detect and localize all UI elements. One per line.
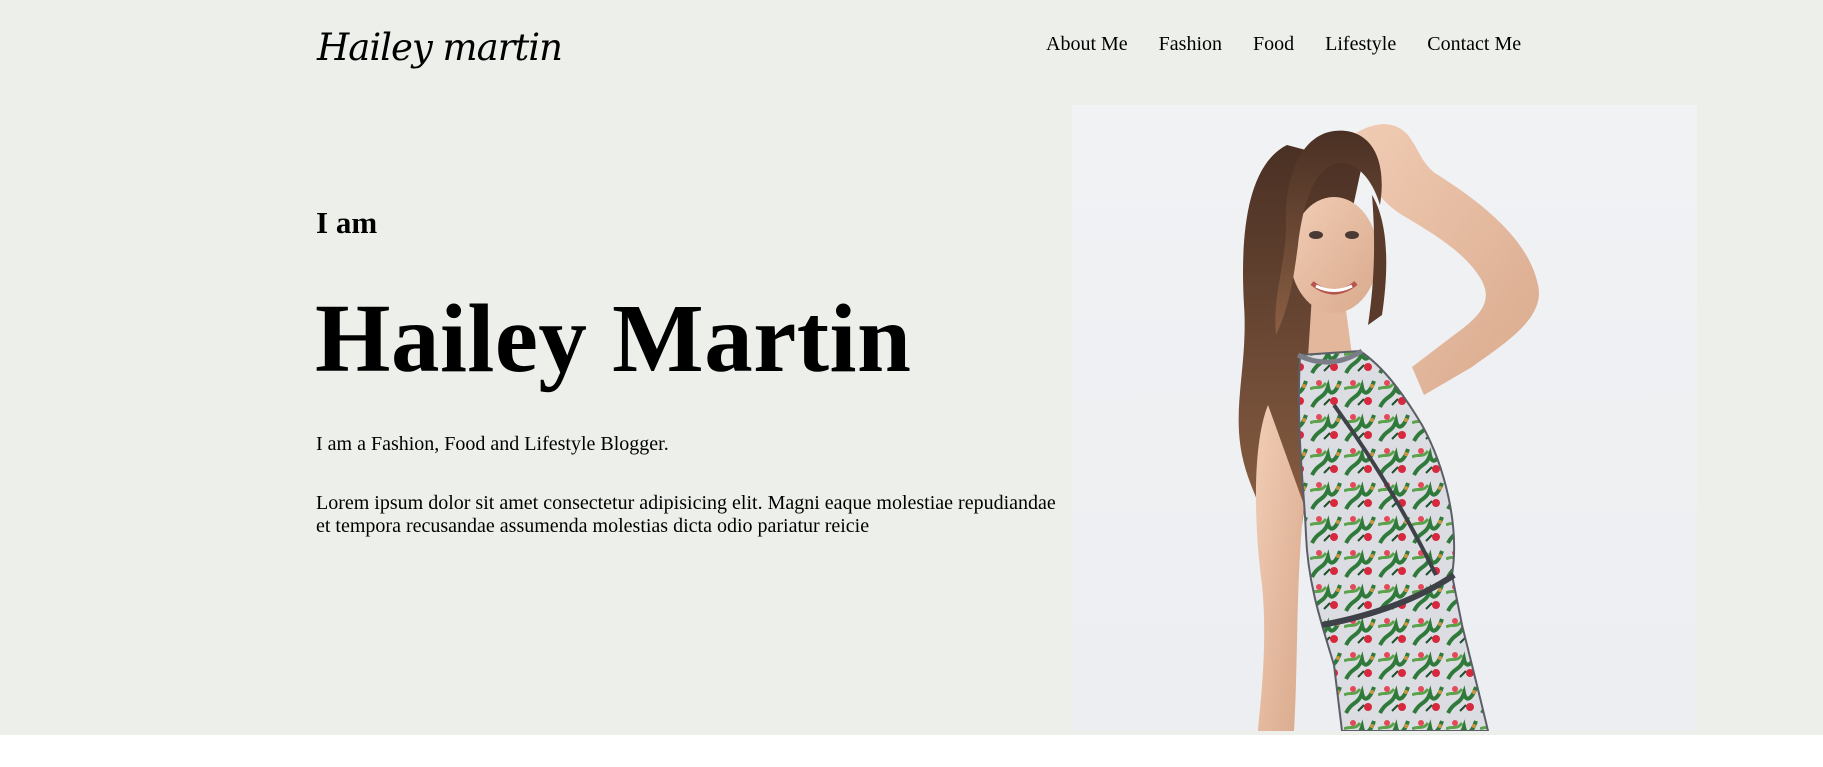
nav-item-about-me[interactable]: About Me bbox=[1046, 30, 1128, 58]
hero-description: Lorem ipsum dolor sit amet consectetur a… bbox=[316, 492, 1056, 537]
nav-item-lifestyle[interactable]: Lifestyle bbox=[1325, 30, 1396, 58]
site-logo[interactable]: Hailey martin bbox=[317, 18, 563, 78]
hero-section: Hailey martin About Me Fashion Food Life… bbox=[0, 0, 1823, 735]
nav-item-fashion[interactable]: Fashion bbox=[1159, 30, 1222, 58]
hero-tagline: I am a Fashion, Food and Lifestyle Blogg… bbox=[316, 433, 669, 455]
hero-portrait-image bbox=[1072, 105, 1697, 731]
nav-item-food[interactable]: Food bbox=[1253, 30, 1294, 58]
main-nav: About Me Fashion Food Lifestyle Contact … bbox=[1046, 30, 1521, 58]
floral-dress-shape bbox=[1297, 349, 1490, 731]
portrait-illustration bbox=[1238, 124, 1539, 731]
hero-name: Hailey Martin bbox=[315, 285, 912, 392]
nav-item-contact-me[interactable]: Contact Me bbox=[1427, 30, 1521, 58]
hero-intro: I am bbox=[316, 205, 378, 240]
